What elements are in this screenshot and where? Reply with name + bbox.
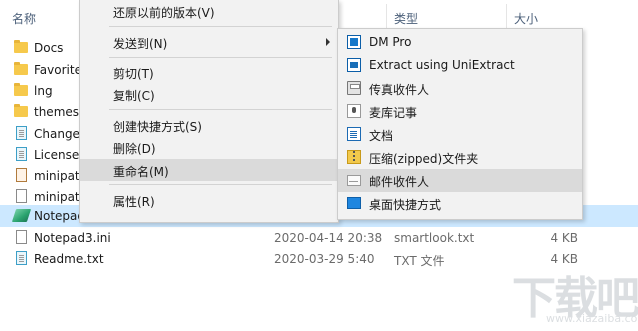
menu-item-copy[interactable]: 复制(C) (80, 83, 338, 105)
menu-item-label: 删除(D) (113, 142, 156, 156)
send-to-dm-pro[interactable]: DM Pro (338, 31, 582, 54)
menu-item-restore-previous-versions[interactable]: 还原以前的版本(V) (80, 0, 338, 22)
zip-folder-icon (347, 150, 361, 164)
notepad3-icon (11, 209, 32, 222)
menu-item-label: 创建快捷方式(S) (113, 120, 202, 134)
menu-separator (109, 26, 332, 27)
menu-item-delete[interactable]: 删除(D) (80, 136, 338, 158)
fax-icon (347, 81, 361, 95)
menu-item-label: 复制(C) (113, 89, 155, 103)
dm-pro-icon (347, 35, 361, 49)
file-name: Docs (34, 41, 64, 55)
uniextract-icon (347, 58, 361, 72)
menu-item-label: 发送到(N) (113, 37, 168, 51)
file-name: minipat (34, 190, 80, 204)
send-to-submenu: DM Pro Extract using UniExtract 传真收件人 麦库… (337, 28, 583, 220)
file-name: Change (34, 127, 80, 141)
send-to-uniextract[interactable]: Extract using UniExtract (338, 54, 582, 77)
submenu-item-label: DM Pro (369, 35, 412, 49)
menu-item-label: 还原以前的版本(V) (113, 6, 215, 20)
column-header-size[interactable]: 大小 (514, 10, 538, 27)
file-icon (16, 230, 27, 244)
folder-icon (14, 104, 28, 117)
file-name: themes (34, 105, 80, 119)
file-name: Readme.txt (34, 252, 104, 266)
send-to-notes[interactable]: 麦库记事 (338, 100, 582, 123)
submenu-item-label: 文档 (369, 129, 394, 143)
file-size: 4 KB (550, 231, 578, 245)
file-icon (16, 189, 27, 203)
file-type: TXT 文件 (394, 254, 445, 268)
notes-icon (347, 104, 361, 118)
folder-icon (14, 62, 28, 75)
desktop-icon (347, 197, 361, 209)
submenu-item-label: 压缩(zipped)文件夹 (369, 152, 479, 166)
menu-item-label: 剪切(T) (113, 67, 154, 81)
menu-separator (109, 57, 332, 58)
menu-item-create-shortcut[interactable]: 创建快捷方式(S) (80, 114, 338, 136)
menu-separator (109, 109, 332, 110)
file-name: Favorite (34, 63, 82, 77)
folder-icon (14, 83, 28, 96)
file-date: 2020-04-14 20:38 (274, 231, 383, 245)
menu-item-properties[interactable]: 属性(R) (80, 189, 338, 211)
menu-item-send-to[interactable]: 发送到(N) (80, 31, 338, 53)
send-to-mail-recipient[interactable]: 邮件收件人 (338, 169, 582, 192)
submenu-item-label: Extract using UniExtract (369, 58, 515, 72)
column-divider[interactable] (506, 4, 507, 30)
submenu-item-label: 麦库记事 (369, 106, 418, 120)
documents-icon (347, 127, 361, 141)
watermark-url: www.xiazaiba.com (546, 312, 638, 325)
mail-icon (347, 175, 361, 186)
text-file-icon (16, 147, 27, 161)
watermark: 下载吧 www.xiazaiba.com (512, 262, 638, 328)
file-name: minipat (34, 169, 80, 183)
context-menu: 还原以前的版本(V) 发送到(N) 剪切(T) 复制(C) 创建快捷方式(S) … (79, 0, 339, 223)
file-name: lng (34, 84, 53, 98)
send-to-zip-folder[interactable]: 压缩(zipped)文件夹 (338, 146, 582, 169)
text-file-icon (16, 126, 27, 140)
menu-separator (109, 184, 332, 185)
file-row[interactable]: Notepad3.ini 2020-04-14 20:38 smartlook.… (0, 227, 638, 249)
file-name: License. (34, 148, 84, 162)
menu-item-rename[interactable]: 重命名(M) (80, 159, 338, 181)
submenu-item-label: 桌面快捷方式 (369, 198, 442, 212)
file-name: Notepad3.ini (34, 231, 111, 245)
image-file-icon (16, 168, 27, 182)
menu-item-label: 属性(R) (113, 195, 155, 209)
column-header-type[interactable]: 类型 (394, 10, 418, 27)
menu-item-cut[interactable]: 剪切(T) (80, 61, 338, 83)
file-date: 2020-03-29 5:40 (274, 252, 375, 266)
file-type: smartlook.txt (394, 231, 475, 245)
text-file-icon (16, 251, 27, 265)
chevron-right-icon (326, 38, 330, 46)
column-header-name[interactable]: 名称 (12, 10, 36, 27)
send-to-desktop-shortcut[interactable]: 桌面快捷方式 (338, 192, 582, 215)
folder-icon (14, 40, 28, 53)
submenu-item-label: 邮件收件人 (369, 175, 430, 189)
column-divider[interactable] (386, 4, 387, 30)
send-to-fax-recipient[interactable]: 传真收件人 (338, 77, 582, 100)
send-to-documents[interactable]: 文档 (338, 123, 582, 146)
submenu-item-label: 传真收件人 (369, 83, 430, 97)
menu-item-label: 重命名(M) (113, 165, 169, 179)
